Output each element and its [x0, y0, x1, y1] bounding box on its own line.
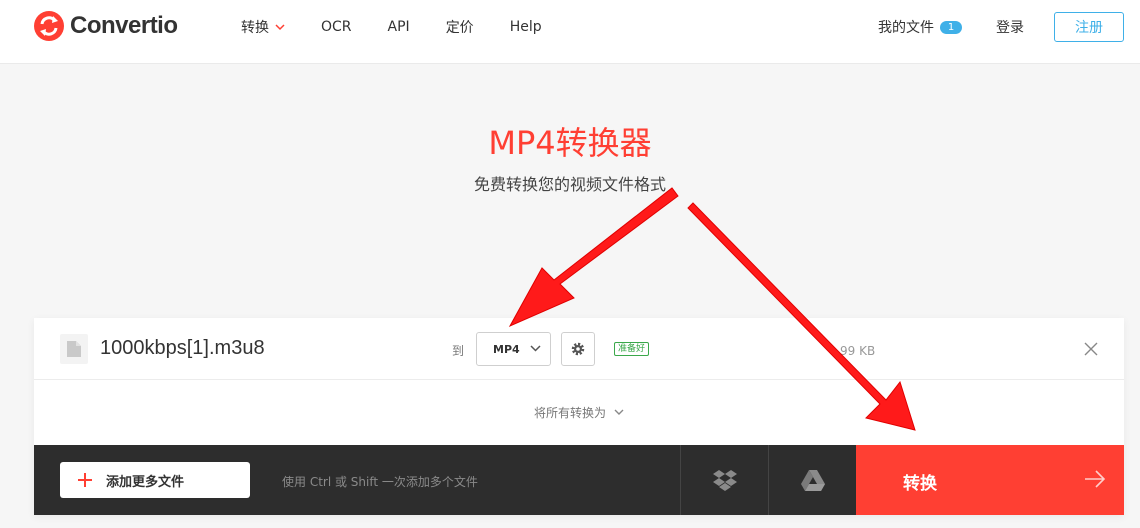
nav-ocr[interactable]: OCR — [321, 19, 352, 35]
nav-convert[interactable]: 转换 — [241, 17, 285, 37]
file-name: 1000kbps[1].m3u8 — [100, 337, 265, 359]
logo-text: Convertio — [70, 12, 178, 39]
dropbox-icon — [712, 470, 737, 491]
convert-button[interactable]: 转换 — [856, 445, 1124, 515]
google-drive-button[interactable] — [768, 445, 856, 515]
main-nav: 转换 OCR API 定价 Help — [241, 0, 578, 54]
chevron-down-icon — [530, 345, 541, 352]
nav-help[interactable]: Help — [510, 19, 542, 35]
to-label: 到 — [452, 344, 465, 358]
convert-all-label: 将所有转换为 — [533, 406, 606, 420]
close-icon — [1084, 342, 1098, 356]
bottom-bar: 添加更多文件 使用 Ctrl 或 Shift 一次添加多个文件 转换 — [34, 445, 1124, 515]
nav-api[interactable]: API — [388, 19, 410, 35]
login-link[interactable]: 登录 — [996, 17, 1024, 37]
my-files-link[interactable]: 我的文件 1 — [878, 17, 962, 37]
dropbox-button[interactable] — [680, 445, 768, 515]
logo[interactable]: Convertio — [34, 11, 178, 41]
file-count-badge: 1 — [940, 20, 962, 34]
logo-icon — [34, 11, 64, 41]
my-files-label: 我的文件 — [878, 20, 934, 36]
annotation-arrow-to-format — [508, 187, 679, 328]
header-actions: 我的文件 1 登录 注册 — [878, 0, 1140, 54]
chevron-down-icon — [614, 409, 624, 415]
page-title: MP4转换器 — [488, 124, 652, 162]
nav-help-label: Help — [509, 19, 542, 35]
format-select-value: MP4 — [493, 342, 520, 356]
file-icon — [60, 334, 88, 364]
convert-button-label: 转换 — [903, 474, 937, 494]
convert-all-dropdown[interactable]: 将所有转换为 — [34, 380, 1124, 445]
register-button[interactable]: 注册 — [1054, 12, 1124, 42]
file-size: 99 KB — [840, 344, 876, 358]
arrow-right-icon — [1085, 470, 1106, 488]
header: Convertio 转换 OCR API 定价 Help 我的文件 1 登录 注… — [0, 0, 1140, 64]
add-more-files-button[interactable]: 添加更多文件 — [60, 462, 250, 498]
nav-pricing[interactable]: 定价 — [446, 17, 474, 37]
nav-pricing-label: 定价 — [445, 20, 474, 36]
remove-file-button[interactable] — [1082, 340, 1100, 358]
nav-api-label: API — [387, 19, 410, 35]
file-card: 1000kbps[1].m3u8 到 MP4 准备好 99 KB 将所有转换为 … — [34, 318, 1124, 515]
status-badge: 准备好 — [614, 342, 650, 356]
plus-icon — [78, 473, 92, 487]
add-more-files-label: 添加更多文件 — [106, 474, 185, 490]
page-subtitle: 免费转换您的视频文件格式 — [473, 175, 666, 194]
nav-ocr-label: OCR — [321, 19, 352, 35]
nav-convert-label: 转换 — [241, 20, 269, 36]
google-drive-icon — [800, 469, 825, 491]
gear-icon — [571, 342, 585, 356]
file-row: 1000kbps[1].m3u8 到 MP4 准备好 99 KB — [34, 318, 1124, 380]
format-select[interactable]: MP4 — [476, 332, 551, 366]
settings-button[interactable] — [561, 332, 595, 366]
multi-select-hint: 使用 Ctrl 或 Shift 一次添加多个文件 — [282, 475, 478, 489]
chevron-down-icon — [275, 23, 285, 30]
